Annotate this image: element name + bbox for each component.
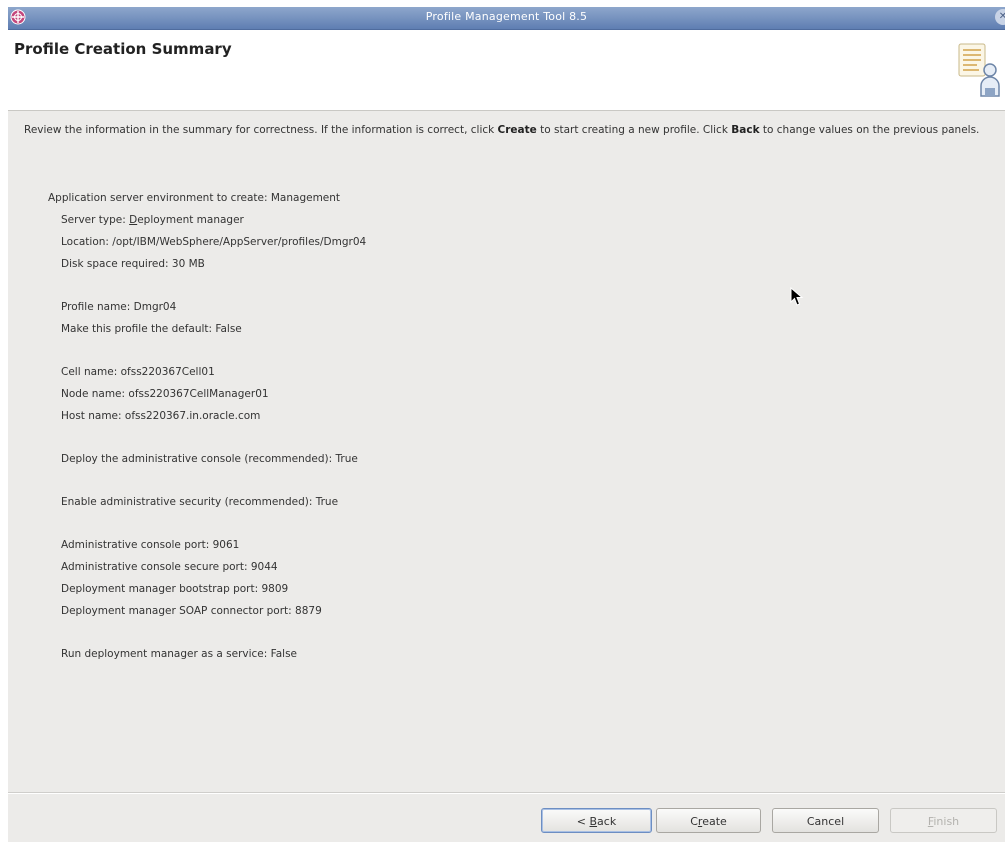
close-icon: ✕ <box>998 11 1005 22</box>
summary-run-as-service: Run deployment manager as a service: Fal… <box>61 648 298 660</box>
button-bar-separator <box>8 792 1005 794</box>
instructions-text: Review the information in the summary fo… <box>24 124 980 136</box>
summary-default-profile: Make this profile the default: False <box>61 323 242 335</box>
summary-cell-name: Cell name: ofss220367Cell01 <box>61 366 215 378</box>
summary-profile-name: Profile name: Dmgr04 <box>61 301 177 313</box>
back-button[interactable]: < Back <box>541 808 652 833</box>
summary-location: Location: /opt/IBM/WebSphere/AppServer/p… <box>61 236 367 248</box>
summary-bootstrap-port: Deployment manager bootstrap port: 9809 <box>61 583 289 595</box>
summary-server-type: Server type: Deployment manager <box>61 214 244 226</box>
summary-disk-space: Disk space required: 30 MB <box>61 258 205 270</box>
page-title: Profile Creation Summary <box>14 40 232 58</box>
window-title: Profile Management Tool 8.5 <box>425 10 588 23</box>
summary-soap-port: Deployment manager SOAP connector port: … <box>61 605 322 617</box>
create-button[interactable]: Create <box>656 808 761 833</box>
summary-deploy-console: Deploy the administrative console (recom… <box>61 453 358 465</box>
title-bar[interactable]: Profile Management Tool 8.5 ✕ <box>8 7 1005 30</box>
back-keyword: Back <box>731 124 760 136</box>
summary-console-secure-port: Administrative console secure port: 9044 <box>61 561 278 573</box>
summary-console-port: Administrative console port: 9061 <box>61 539 240 551</box>
summary-admin-security: Enable administrative security (recommen… <box>61 496 339 508</box>
summary-node-name: Node name: ofss220367CellManager01 <box>61 388 269 400</box>
close-window-button[interactable]: ✕ <box>995 9 1005 25</box>
cancel-button[interactable]: Cancel <box>772 808 879 833</box>
summary-environment: Application server environment to create… <box>48 192 341 204</box>
profile-management-window: Profile Management Tool 8.5 ✕ Profile Cr… <box>8 7 1005 842</box>
summary-host-name: Host name: ofss220367.in.oracle.com <box>61 410 261 422</box>
mouse-pointer-icon <box>790 287 804 306</box>
finish-button[interactable]: Finish <box>890 808 997 833</box>
wizard-header: Profile Creation Summary <box>8 30 1005 111</box>
profile-document-person-icon <box>958 43 1000 97</box>
create-keyword: Create <box>497 124 537 136</box>
